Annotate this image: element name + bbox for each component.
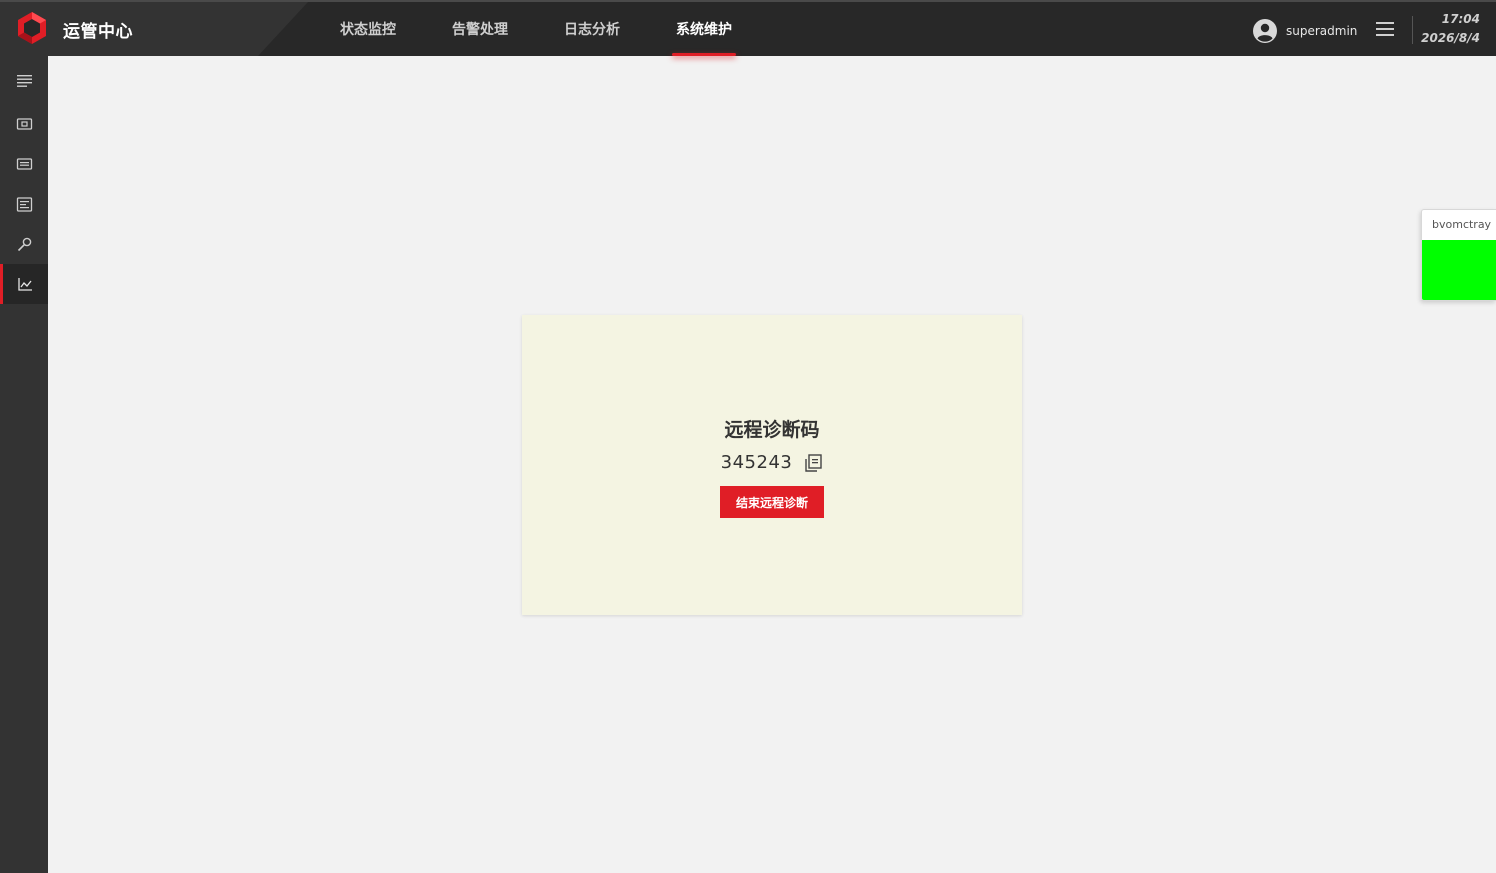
document-list-icon: [16, 196, 32, 212]
top-header: 运管中心 状态监控 告警处理 日志分析 系统维护 superadmin 17:0…: [0, 0, 1496, 56]
code-row: 345243: [522, 452, 1022, 473]
sidebar-item-monitor[interactable]: [0, 144, 48, 184]
clock-time: 17:04: [1441, 12, 1480, 26]
tray-status-indicator: [1422, 240, 1496, 300]
main-nav: 状态监控 告警处理 日志分析 系统维护: [312, 2, 760, 56]
diagnosis-code: 345243: [720, 452, 793, 473]
header-divider: [1412, 16, 1413, 44]
username: superadmin: [1286, 24, 1358, 38]
sidebar-item-documents[interactable]: [0, 184, 48, 224]
logo-icon: [18, 12, 46, 44]
nav-tab-log-analysis[interactable]: 日志分析: [536, 2, 648, 56]
clock: 17:04 2026/8/4: [1421, 10, 1480, 48]
copy-icon[interactable]: [803, 453, 823, 473]
nav-tab-status-monitoring[interactable]: 状态监控: [312, 2, 424, 56]
sidebar: [0, 56, 48, 873]
tray-label: bvomctray: [1432, 218, 1492, 231]
nav-tab-system-maintenance[interactable]: 系统维护: [648, 2, 760, 56]
hamburger-menu-icon[interactable]: [1374, 20, 1396, 38]
sidebar-item-tools[interactable]: [0, 224, 48, 264]
user-menu[interactable]: superadmin: [1253, 18, 1357, 44]
sidebar-item-device[interactable]: [0, 104, 48, 144]
user-avatar-icon: [1253, 19, 1277, 43]
end-diagnosis-button[interactable]: 结束远程诊断: [720, 486, 824, 518]
sidebar-item-menu[interactable]: [0, 60, 48, 100]
device-screen-icon: [16, 117, 32, 130]
sidebar-item-statistics[interactable]: [0, 264, 48, 304]
clock-date: 2026/8/4: [1421, 31, 1480, 45]
app-title: 运管中心: [63, 22, 133, 42]
tray-widget[interactable]: bvomctray: [1421, 209, 1496, 301]
line-chart-icon: [18, 277, 32, 291]
card-title: 远程诊断码: [724, 419, 820, 441]
wrench-icon: [17, 237, 31, 251]
monitor-icon: [16, 157, 32, 170]
remote-diagnosis-card: 远程诊断码 345243 结束远程诊断: [522, 315, 1022, 615]
menu-lines-icon: [16, 74, 32, 87]
nav-tab-alarm-handling[interactable]: 告警处理: [424, 2, 536, 56]
